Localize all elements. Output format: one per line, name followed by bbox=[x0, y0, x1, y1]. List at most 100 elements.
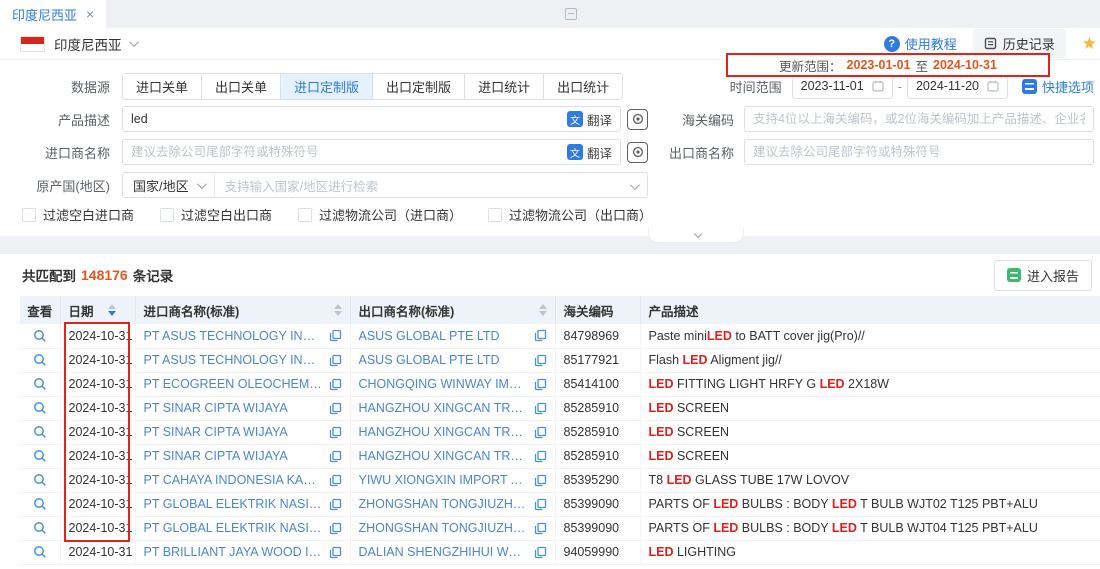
filter-checkbox[interactable]: 过滤空白进口商 bbox=[22, 205, 134, 224]
quick-options-link[interactable]: 快捷选项 bbox=[1022, 77, 1094, 96]
origin-search-input[interactable]: 支持输入国家/地区进行检索 bbox=[215, 176, 620, 195]
chevron-down-icon[interactable] bbox=[128, 37, 138, 47]
exporter-link[interactable]: HANGZHOU XINGCAN TRADING CO LTD bbox=[359, 449, 528, 463]
history-icon bbox=[984, 37, 997, 50]
checkbox[interactable] bbox=[298, 208, 312, 222]
tab-indonesia[interactable]: 印度尼西亚 × bbox=[0, 0, 106, 28]
exporter-link[interactable]: ASUS GLOBAL PTE LTD bbox=[359, 329, 528, 343]
copy-exporter-icon[interactable] bbox=[534, 522, 547, 535]
collapse-panel-handle[interactable] bbox=[648, 229, 744, 243]
sort-icon[interactable] bbox=[334, 304, 342, 316]
exporter-link[interactable]: HANGZHOU XINGCAN TRADING CO LTD bbox=[359, 425, 528, 439]
exporter-link[interactable]: ASUS GLOBAL PTE LTD bbox=[359, 353, 528, 367]
view-record-button[interactable] bbox=[33, 329, 47, 343]
copy-importer-icon[interactable] bbox=[329, 378, 342, 391]
sort-icon[interactable] bbox=[108, 304, 116, 316]
view-record-button[interactable] bbox=[33, 521, 47, 535]
datasource-tab[interactable]: 进口定制版 bbox=[280, 74, 372, 99]
view-record-button[interactable] bbox=[33, 545, 47, 559]
importer-link[interactable]: PT CAHAYA INDONESIA KARGO bbox=[144, 473, 323, 487]
tutorial-link[interactable]: ? 使用教程 bbox=[884, 34, 957, 53]
view-record-button[interactable] bbox=[33, 425, 47, 439]
copy-exporter-icon[interactable] bbox=[534, 402, 547, 415]
exporter-input[interactable] bbox=[753, 145, 1085, 159]
view-record-button[interactable] bbox=[33, 353, 47, 367]
sort-icon[interactable] bbox=[539, 304, 547, 316]
hs-code-input[interactable] bbox=[753, 112, 1085, 126]
checkbox[interactable] bbox=[160, 208, 174, 222]
datasource-tab[interactable]: 出口关单 bbox=[201, 74, 280, 99]
match-mode-button[interactable] bbox=[627, 109, 648, 130]
favorite-star-icon[interactable]: ★ bbox=[1082, 34, 1097, 54]
importer-link[interactable]: PT BRILLIANT JAYA WOOD INDUSTRY bbox=[144, 545, 323, 559]
copy-importer-icon[interactable] bbox=[329, 546, 342, 559]
importer-link[interactable]: PT SINAR CIPTA WIJAYA bbox=[144, 401, 323, 415]
checkbox[interactable] bbox=[488, 208, 502, 222]
importer-link[interactable]: PT SINAR CIPTA WIJAYA bbox=[144, 425, 323, 439]
view-magnifier-icon bbox=[33, 497, 47, 511]
importer-link[interactable]: PT ASUS TECHNOLOGY INDONESIA BA... bbox=[144, 353, 323, 367]
chevron-down-icon[interactable] bbox=[630, 180, 640, 190]
layout-icon[interactable] bbox=[565, 8, 577, 20]
copy-exporter-icon[interactable] bbox=[534, 474, 547, 487]
enter-report-button[interactable]: 进入报告 bbox=[994, 260, 1092, 291]
importer-link[interactable]: PT GLOBAL ELEKTRIK NASIONAL bbox=[144, 497, 323, 511]
view-record-button[interactable] bbox=[33, 401, 47, 415]
importer-link[interactable]: PT ASUS TECHNOLOGY INDONESIA BA... bbox=[144, 329, 323, 343]
copy-exporter-icon[interactable] bbox=[534, 498, 547, 511]
hs-code-inputbox bbox=[744, 106, 1094, 132]
importer-input[interactable] bbox=[131, 145, 567, 159]
copy-importer-icon[interactable] bbox=[329, 426, 342, 439]
filter-checkbox[interactable]: 过滤物流公司（进口商） bbox=[298, 205, 462, 224]
copy-importer-icon[interactable] bbox=[329, 522, 342, 535]
importer-link[interactable]: PT SINAR CIPTA WIJAYA bbox=[144, 449, 323, 463]
copy-exporter-icon[interactable] bbox=[534, 546, 547, 559]
col-importer[interactable]: 进口商名称(标准) bbox=[135, 296, 350, 324]
target-icon bbox=[632, 113, 644, 125]
filter-checkbox[interactable]: 过滤物流公司（出口商） bbox=[488, 205, 652, 224]
copy-importer-icon[interactable] bbox=[329, 402, 342, 415]
col-date[interactable]: 日期 bbox=[60, 296, 135, 324]
col-exporter[interactable]: 出口商名称(标准) bbox=[350, 296, 555, 324]
copy-exporter-icon[interactable] bbox=[534, 426, 547, 439]
copy-importer-icon[interactable] bbox=[329, 354, 342, 367]
match-mode-button[interactable] bbox=[627, 142, 648, 163]
datasource-tab[interactable]: 进口关单 bbox=[123, 74, 201, 99]
copy-exporter-icon[interactable] bbox=[534, 378, 547, 391]
view-record-button[interactable] bbox=[33, 497, 47, 511]
datasource-tab[interactable]: 出口统计 bbox=[543, 74, 622, 99]
exporter-link[interactable]: CHONGQING WINWAY IMPORT AND E... bbox=[359, 377, 528, 391]
hs-code-cell: 85395290 bbox=[555, 468, 640, 492]
copy-importer-icon[interactable] bbox=[329, 329, 342, 342]
importer-link[interactable]: PT ECOGREEN OLEOCHEMICALS bbox=[144, 377, 323, 391]
checkbox[interactable] bbox=[22, 208, 36, 222]
chevron-down-icon bbox=[694, 229, 702, 237]
copy-importer-icon[interactable] bbox=[329, 450, 342, 463]
date-cell: 2024-10-31 bbox=[60, 516, 135, 540]
product-desc-cell: LED SCREEN bbox=[640, 396, 1100, 420]
update-range-from: 2023-01-01 bbox=[847, 58, 911, 72]
view-record-button[interactable] bbox=[33, 377, 47, 391]
origin-type-select[interactable]: 国家/地区 bbox=[123, 173, 215, 197]
copy-importer-icon[interactable] bbox=[329, 498, 342, 511]
exporter-link[interactable]: HANGZHOU XINGCAN TRADING CO LTD bbox=[359, 401, 528, 415]
datasource-tab[interactable]: 出口定制版 bbox=[372, 74, 464, 99]
copy-importer-icon[interactable] bbox=[329, 474, 342, 487]
datasource-tab[interactable]: 进口统计 bbox=[464, 74, 543, 99]
close-icon[interactable]: × bbox=[86, 7, 94, 21]
exporter-link[interactable]: ZHONGSHAN TONGJIUZHOU INTERNA... bbox=[359, 521, 528, 535]
copy-exporter-icon[interactable] bbox=[534, 329, 547, 342]
translate-button[interactable]: 文 翻译 bbox=[567, 143, 612, 162]
exporter-link[interactable]: ZHONGSHAN TONGJIUZHOU INTERNA... bbox=[359, 497, 528, 511]
copy-exporter-icon[interactable] bbox=[534, 354, 547, 367]
view-record-button[interactable] bbox=[33, 473, 47, 487]
product-desc-input[interactable] bbox=[131, 112, 567, 126]
copy-exporter-icon[interactable] bbox=[534, 450, 547, 463]
filter-checkbox[interactable]: 过滤空白出口商 bbox=[160, 205, 272, 224]
translate-button[interactable]: 文 翻译 bbox=[567, 110, 612, 129]
view-record-button[interactable] bbox=[33, 449, 47, 463]
importer-link[interactable]: PT GLOBAL ELEKTRIK NASIONAL bbox=[144, 521, 323, 535]
exporter-link[interactable]: DALIAN SHENGZHIHUI WOOD INDUST... bbox=[359, 545, 528, 559]
exporter-link[interactable]: YIWU XIONGXIN IMPORT AND EXPORT... bbox=[359, 473, 528, 487]
table-row: 2024-10-31PT CAHAYA INDONESIA KARGOYIWU … bbox=[20, 468, 1100, 492]
